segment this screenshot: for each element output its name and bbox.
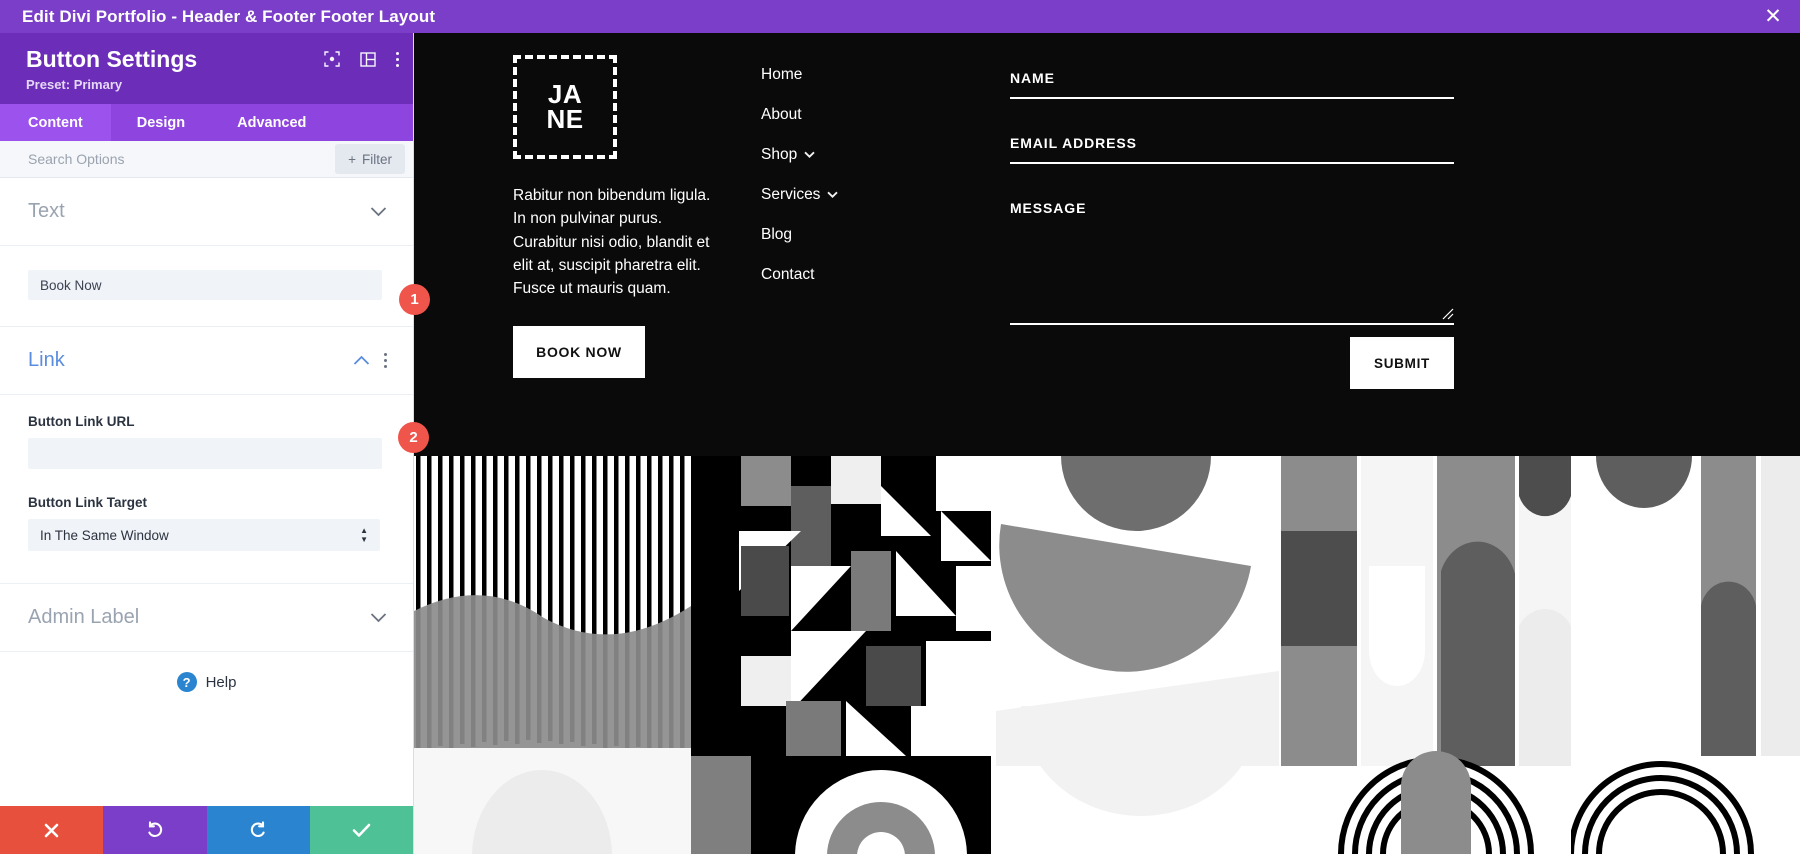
section-link-title: Link (28, 349, 65, 372)
focus-target-icon[interactable] (324, 51, 340, 67)
button-link-url-block: Button Link URL (0, 395, 413, 470)
button-link-target-block: Button Link Target In The Same Window ▲ ▼ (0, 469, 413, 552)
nav-item-contact[interactable]: Contact (761, 266, 838, 284)
panel-header: Button Settings Preset: Primary (0, 33, 413, 105)
marker-2: 2 (398, 422, 429, 453)
panel-header-icons (324, 51, 399, 67)
redo-button[interactable] (206, 806, 310, 854)
button-settings-panel: Button Settings Preset: Primary Content … (0, 33, 414, 854)
site-logo-line2: NE (546, 104, 584, 134)
pattern-tile-edge (1571, 456, 1800, 854)
pattern-tile-blocks (691, 456, 991, 854)
name-field-label: NAME (1010, 70, 1055, 86)
contact-form: NAME EMAIL ADDRESS MESSAGE SUBMIT (1010, 59, 1454, 389)
question-mark-icon: ? (176, 672, 197, 693)
preset-selector[interactable]: Preset: Primary (26, 77, 395, 92)
nav-item-about[interactable]: About (761, 106, 838, 124)
section-admin-label-title: Admin Label (28, 606, 140, 629)
submit-button[interactable]: SUBMIT (1350, 337, 1454, 389)
footer-paragraph: Rabitur non bibendum ligula. In non pulv… (513, 187, 711, 297)
more-vertical-icon[interactable] (396, 51, 399, 67)
nav-item-label: Blog (761, 226, 793, 243)
cancel-button[interactable] (0, 806, 104, 854)
nav-item-label: Services (761, 186, 821, 203)
message-field[interactable]: MESSAGE (1010, 189, 1454, 325)
submit-row: SUBMIT (1010, 325, 1454, 389)
select-stepper-icon: ▲ ▼ (360, 526, 368, 545)
footer-nav: Home About Shop Services Blog Contact (761, 66, 839, 284)
nav-item-home[interactable]: Home (761, 66, 838, 84)
help-link[interactable]: ? Help (0, 652, 413, 714)
section-text[interactable]: Text (0, 178, 413, 247)
site-logo[interactable]: JA NE (513, 55, 617, 159)
search-input[interactable] (0, 151, 336, 168)
more-vertical-icon[interactable] (384, 353, 387, 369)
chevron-up-icon[interactable] (353, 355, 370, 366)
nav-item-shop[interactable]: Shop (761, 146, 838, 164)
nav-item-blog[interactable]: Blog (761, 226, 838, 244)
nav-item-label: Home (761, 66, 803, 83)
book-now-button[interactable]: BOOK NOW (513, 326, 645, 378)
plus-icon: + (348, 151, 356, 167)
close-icon[interactable]: ✕ (1762, 6, 1784, 28)
nav-item-label: About (761, 106, 802, 123)
site-footer: JA NE Rabitur non bibendum ligula. In no… (414, 33, 1800, 456)
tab-advanced[interactable]: Advanced (211, 104, 332, 141)
button-link-url-input[interactable] (28, 438, 382, 470)
chevron-down-icon[interactable] (370, 206, 387, 217)
email-field[interactable]: EMAIL ADDRESS (1010, 124, 1454, 164)
panel-body: Text Link (0, 178, 413, 806)
marker-1: 1 (399, 284, 430, 315)
section-link-actions (353, 353, 387, 369)
section-text-title: Text (28, 200, 65, 223)
divi-builder-window: Edit Divi Portfolio - Header & Footer Fo… (0, 0, 1800, 854)
nav-item-label: Contact (761, 266, 815, 283)
button-link-target-label: Button Link Target (28, 495, 147, 511)
geometric-pattern-image (414, 456, 1800, 854)
undo-button[interactable] (103, 806, 207, 854)
nav-item-services[interactable]: Services (761, 186, 839, 204)
button-text-field-block (0, 246, 413, 326)
message-field-label: MESSAGE (1010, 200, 1087, 216)
button-link-target-value: In The Same Window (40, 527, 169, 543)
chevron-down-icon (827, 190, 839, 201)
filter-button-label: Filter (362, 151, 392, 167)
settings-tabs: Content Design Advanced (0, 104, 413, 142)
save-button[interactable] (309, 806, 413, 854)
search-bar: + Filter (0, 141, 413, 179)
button-link-url-label: Button Link URL (28, 414, 135, 430)
site-logo-text: JA NE (546, 81, 584, 134)
panel-footer (0, 806, 413, 854)
chevron-down-icon (804, 150, 815, 161)
button-link-target-select-wrap: In The Same Window ▲ ▼ (28, 519, 380, 552)
pattern-tile-pills (1281, 456, 1571, 854)
tab-design[interactable]: Design (111, 104, 211, 141)
email-field-label: EMAIL ADDRESS (1010, 135, 1137, 151)
pattern-tile-stripes (414, 456, 691, 854)
layout-columns-icon[interactable] (360, 51, 376, 67)
section-link[interactable]: Link (0, 326, 413, 396)
chevron-down-icon[interactable] (370, 612, 387, 623)
page-preview: JA NE Rabitur non bibendum ligula. In no… (414, 33, 1800, 854)
filter-button[interactable]: + Filter (335, 144, 405, 175)
window-title: Edit Divi Portfolio - Header & Footer Fo… (22, 6, 436, 26)
tab-content[interactable]: Content (0, 104, 111, 142)
help-label: Help (205, 673, 237, 691)
textarea-resize-handle-icon[interactable] (1441, 307, 1454, 320)
section-admin-label[interactable]: Admin Label (0, 583, 413, 653)
window-titlebar: Edit Divi Portfolio - Header & Footer Fo… (0, 0, 1800, 33)
name-field[interactable]: NAME (1010, 59, 1454, 99)
pattern-tile-halfcircles (991, 456, 1281, 854)
nav-item-label: Shop (761, 146, 798, 163)
button-text-input[interactable] (28, 270, 382, 301)
button-link-target-select[interactable]: In The Same Window (28, 519, 380, 552)
